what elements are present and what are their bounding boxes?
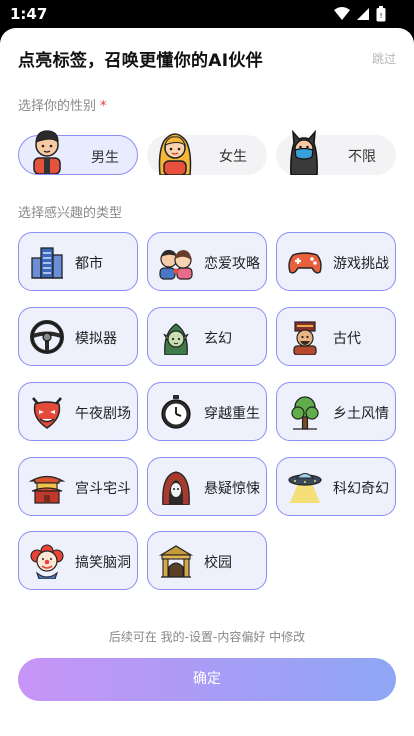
interest-tile-simulator[interactable]: 模拟器 bbox=[18, 307, 138, 366]
gamepad-icon bbox=[288, 252, 322, 274]
tree-icon bbox=[291, 396, 319, 430]
interest-tile-romance[interactable]: 恋爱攻略 bbox=[147, 232, 267, 291]
interest-label: 午夜剧场 bbox=[75, 406, 131, 422]
gender-option-any[interactable]: 不限 bbox=[276, 129, 396, 175]
battery-icon: ! bbox=[376, 6, 386, 22]
confirm-button[interactable]: 确定 bbox=[18, 658, 396, 701]
interest-label: 校园 bbox=[204, 555, 232, 571]
interest-label: 科幻奇幻 bbox=[333, 481, 389, 497]
hooded-ghost-icon bbox=[162, 471, 190, 505]
clown-icon bbox=[30, 544, 64, 579]
elf-icon bbox=[163, 323, 189, 355]
interest-section-label: 选择感兴趣的类型 bbox=[18, 206, 123, 221]
interest-tile-rural[interactable]: 乡土风情 bbox=[276, 382, 396, 441]
gender-option-male[interactable]: 男生 bbox=[18, 130, 138, 175]
interest-label: 古代 bbox=[333, 331, 361, 347]
settings-hint: 后续可在 我的-设置-内容偏好 中修改 bbox=[108, 630, 306, 644]
gender-option-female[interactable]: 女生 bbox=[147, 133, 267, 175]
interest-label: 乡土风情 bbox=[333, 406, 389, 422]
status-time: 1:47 bbox=[10, 5, 48, 23]
gender-section-label: 选择你的性别 * bbox=[18, 95, 107, 114]
city-building-icon bbox=[31, 247, 63, 279]
gender-section-title: 选择你的性别 bbox=[18, 99, 97, 114]
school-gate-icon bbox=[158, 545, 194, 578]
masked-figure-icon bbox=[290, 129, 318, 175]
status-icons: ! bbox=[334, 6, 386, 22]
interest-tile-ancient[interactable]: 古代 bbox=[276, 307, 396, 366]
interest-label: 模拟器 bbox=[75, 331, 117, 347]
signal-icon bbox=[357, 8, 369, 20]
status-bar: 1:47 ! bbox=[0, 0, 414, 28]
interest-label: 都市 bbox=[75, 256, 103, 272]
interest-tile-scifi[interactable]: 科幻奇幻 bbox=[276, 457, 396, 516]
interest-label: 穿越重生 bbox=[204, 406, 260, 422]
interest-tile-city[interactable]: 都市 bbox=[18, 232, 138, 291]
interest-label: 玄幻 bbox=[204, 331, 232, 347]
interest-tile-time-travel[interactable]: 穿越重生 bbox=[147, 382, 267, 441]
demon-mask-icon bbox=[32, 397, 62, 429]
boy-avatar-icon bbox=[33, 130, 61, 174]
svg-text:!: ! bbox=[380, 12, 383, 20]
interest-tile-comedy[interactable]: 搞笑脑洞 bbox=[18, 531, 138, 590]
interest-label: 搞笑脑洞 bbox=[75, 555, 131, 571]
interest-label: 恋爱攻略 bbox=[204, 256, 260, 272]
ufo-icon bbox=[288, 472, 322, 503]
gender-label: 不限 bbox=[348, 149, 376, 165]
skip-button[interactable]: 跳过 bbox=[372, 50, 396, 67]
gender-label: 女生 bbox=[219, 149, 247, 165]
interest-tile-suspense[interactable]: 悬疑惊悚 bbox=[147, 457, 267, 516]
interest-label: 悬疑惊悚 bbox=[204, 481, 260, 497]
interest-tile-midnight[interactable]: 午夜剧场 bbox=[18, 382, 138, 441]
interest-tile-campus[interactable]: 校园 bbox=[147, 531, 267, 590]
couple-icon bbox=[159, 249, 193, 280]
interest-tile-fantasy[interactable]: 玄幻 bbox=[147, 307, 267, 366]
interest-tile-palace[interactable]: 宫斗宅斗 bbox=[18, 457, 138, 516]
wifi-icon bbox=[334, 7, 350, 20]
required-mark: * bbox=[100, 99, 107, 114]
interest-tile-game[interactable]: 游戏挑战 bbox=[276, 232, 396, 291]
tag-selection-sheet: 点亮标签，召唤更懂你的AI伙伴 跳过 选择你的性别 * 男生 女生 不限 选择感… bbox=[0, 28, 414, 736]
stopwatch-icon bbox=[161, 395, 191, 429]
interest-label: 宫斗宅斗 bbox=[75, 481, 131, 497]
ancient-official-icon bbox=[293, 321, 317, 355]
page-title: 点亮标签，召唤更懂你的AI伙伴 bbox=[18, 51, 263, 71]
gender-label: 男生 bbox=[91, 150, 119, 166]
steering-wheel-icon bbox=[30, 320, 64, 354]
girl-avatar-icon bbox=[158, 133, 192, 175]
palace-icon bbox=[29, 475, 65, 504]
interest-label: 游戏挑战 bbox=[333, 256, 389, 272]
